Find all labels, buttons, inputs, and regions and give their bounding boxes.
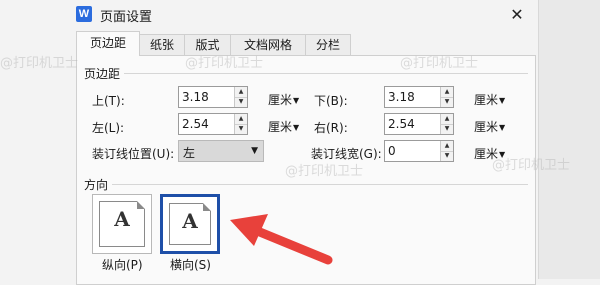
gutter-width-label: 装订线宽(G):: [311, 147, 382, 161]
chevron-down-icon: ▼: [293, 96, 300, 105]
gutter-position-value: 左: [183, 146, 196, 160]
title-bar: W 页面设置 ✕: [0, 0, 600, 31]
tab-margins[interactable]: 页边距: [76, 31, 140, 56]
portrait-button[interactable]: A: [92, 194, 152, 254]
margins-divider: [124, 73, 528, 74]
close-button[interactable]: ✕: [496, 0, 538, 29]
gutter-position-label: 装订线位置(U):: [92, 147, 175, 161]
top-margin-value: 3.18: [182, 90, 209, 104]
top-margin-unit-label: 厘米: [268, 93, 293, 107]
gutter-width-unit[interactable]: 厘米▼: [474, 145, 505, 162]
margins-section-title: 页边距: [84, 67, 121, 81]
bottom-margin-input[interactable]: 3.18 ▲ ▼: [384, 86, 454, 108]
left-margin-unit-label: 厘米: [268, 120, 293, 134]
window-title: 页面设置: [100, 10, 153, 25]
bottom-margin-unit[interactable]: 厘米▼: [474, 91, 505, 108]
tab-document-grid[interactable]: 文档网格: [230, 34, 306, 55]
left-margin-value: 2.54: [182, 117, 209, 131]
left-margin-down-arrow[interactable]: ▼: [235, 124, 247, 134]
landscape-letter-icon: A: [182, 209, 198, 233]
portrait-label: 纵向(P): [102, 258, 143, 272]
chevron-down-icon: ▼: [293, 123, 300, 132]
bottom-margin-value: 3.18: [388, 90, 415, 104]
landscape-button[interactable]: A: [160, 194, 220, 254]
left-margin-label: 左(L):: [92, 121, 125, 135]
orientation-section-title: 方向: [84, 178, 109, 192]
right-margin-unit[interactable]: 厘米▼: [474, 118, 505, 135]
bottom-margin-unit-label: 厘米: [474, 93, 499, 107]
chevron-down-icon: ▼: [251, 146, 258, 156]
chevron-down-icon: ▼: [499, 150, 506, 159]
left-margin-input[interactable]: 2.54 ▲ ▼: [178, 113, 248, 135]
tab-layout[interactable]: 版式: [184, 34, 231, 55]
chevron-down-icon: ▼: [499, 123, 506, 132]
portrait-letter-icon: A: [114, 207, 130, 231]
gutter-width-input[interactable]: 0 ▲ ▼: [384, 140, 454, 162]
right-margin-down-arrow[interactable]: ▼: [441, 124, 453, 134]
right-margin-value: 2.54: [388, 117, 415, 131]
wps-app-icon: W: [76, 6, 92, 22]
right-margin-label: 右(R):: [314, 121, 348, 135]
right-margin-input[interactable]: 2.54 ▲ ▼: [384, 113, 454, 135]
bottom-margin-down-arrow[interactable]: ▼: [441, 97, 453, 107]
landscape-label: 横向(S): [170, 258, 211, 272]
tab-paper[interactable]: 纸张: [139, 34, 185, 55]
gutter-position-select[interactable]: 左 ▼: [178, 140, 264, 162]
orientation-divider: [112, 184, 528, 185]
gutter-width-value: 0: [388, 144, 396, 158]
top-margin-label: 上(T):: [92, 94, 125, 108]
left-margin-unit[interactable]: 厘米▼: [268, 118, 299, 135]
chevron-down-icon: ▼: [499, 96, 506, 105]
background-window-strip: [538, 0, 600, 279]
watermark: @打印机卫士: [0, 56, 79, 71]
bottom-margin-label: 下(B):: [314, 94, 348, 108]
top-margin-input[interactable]: 3.18 ▲ ▼: [178, 86, 248, 108]
top-margin-unit[interactable]: 厘米▼: [268, 91, 299, 108]
red-arrow-icon: [230, 214, 333, 265]
gutter-width-down-arrow[interactable]: ▼: [441, 151, 453, 161]
tab-columns[interactable]: 分栏: [305, 34, 351, 55]
gutter-width-unit-label: 厘米: [474, 147, 499, 161]
top-margin-down-arrow[interactable]: ▼: [235, 97, 247, 107]
right-margin-unit-label: 厘米: [474, 120, 499, 134]
